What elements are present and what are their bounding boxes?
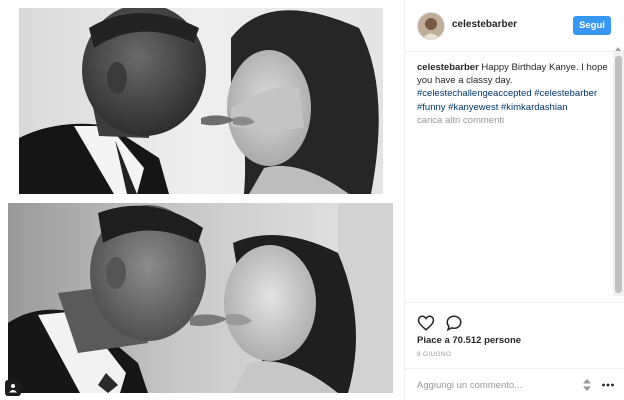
likes-count[interactable]: Piace a 70.512 persone (417, 335, 521, 346)
hashtag-link[interactable]: #celestebarber (534, 88, 597, 99)
hashtag-link[interactable]: #kimkardashian (501, 102, 568, 113)
hashtag-link[interactable]: #celestechallengeaccepted (417, 88, 532, 99)
photo-bottom-image (8, 203, 393, 393)
caption-username[interactable]: celestebarber (417, 62, 479, 73)
person-glyph (9, 384, 17, 393)
avatar-image (418, 13, 444, 39)
caption: celestebarber Happy Birthday Kanye. I ho… (417, 61, 613, 114)
header-username[interactable]: celestebarber (452, 19, 517, 30)
user-tag-icon[interactable] (5, 380, 21, 396)
comments-scrollbar[interactable] (613, 47, 624, 296)
comment-input[interactable] (417, 377, 567, 393)
post-date: 8 GIUGNO (417, 351, 452, 358)
post-sidebar: celestebarber Segui celestebarber Happy … (405, 0, 624, 400)
photo-bottom (8, 203, 393, 393)
scrollbar-thumb[interactable] (615, 56, 622, 293)
updown-arrows-icon[interactable] (581, 378, 593, 392)
photo-top (19, 8, 383, 194)
photo-top-image (19, 8, 383, 194)
comment-bar (405, 368, 624, 400)
load-more-comments-link[interactable]: carica altri commenti (417, 115, 504, 126)
scroll-up-arrow-icon[interactable] (615, 47, 621, 51)
hashtag-link[interactable]: #kanyewest (448, 102, 498, 113)
post-header: celestebarber Segui (405, 0, 624, 52)
heart-icon[interactable] (417, 314, 435, 332)
follow-button[interactable]: Segui (573, 16, 611, 35)
post-actions (405, 302, 624, 332)
avatar[interactable] (417, 12, 445, 40)
comment-bubble-icon[interactable] (445, 314, 463, 332)
hashtag-link[interactable]: #funny (417, 102, 446, 113)
post-media (0, 0, 405, 400)
more-options-icon[interactable] (601, 378, 615, 392)
